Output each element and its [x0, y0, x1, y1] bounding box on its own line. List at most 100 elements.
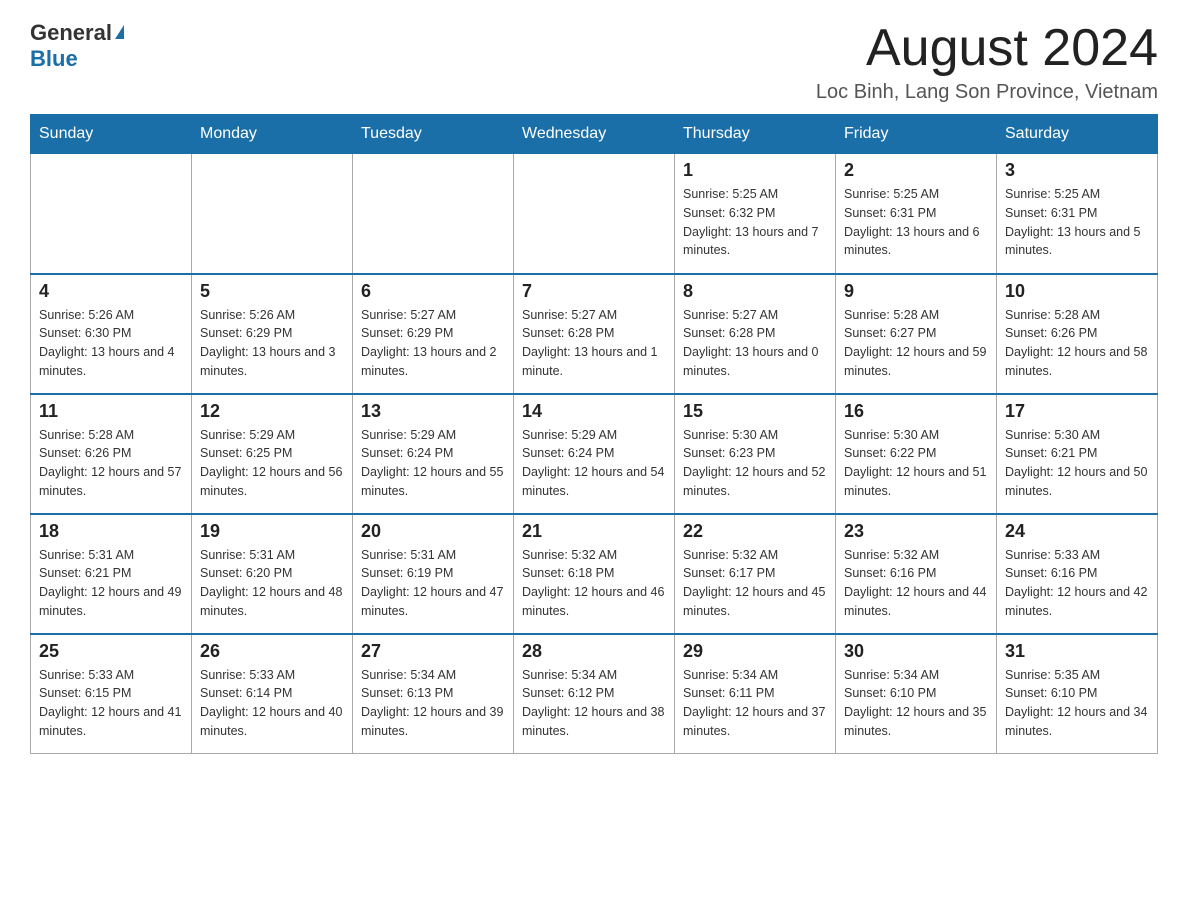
calendar-cell: 5Sunrise: 5:26 AMSunset: 6:29 PMDaylight…: [192, 274, 353, 394]
logo-general-text: General: [30, 20, 112, 46]
day-info: Sunrise: 5:26 AMSunset: 6:30 PMDaylight:…: [39, 306, 183, 381]
calendar-header-friday: Friday: [836, 115, 997, 154]
calendar-cell: 15Sunrise: 5:30 AMSunset: 6:23 PMDayligh…: [675, 394, 836, 514]
day-info: Sunrise: 5:25 AMSunset: 6:31 PMDaylight:…: [1005, 185, 1149, 260]
day-number: 18: [39, 521, 183, 542]
calendar-header-sunday: Sunday: [31, 115, 192, 154]
day-info: Sunrise: 5:33 AMSunset: 6:16 PMDaylight:…: [1005, 546, 1149, 621]
calendar-cell: 17 Sunrise: 5:30 AMSunset: 6:21 PMDayligh…: [997, 394, 1158, 514]
calendar-header-monday: Monday: [192, 115, 353, 154]
day-info: Sunrise: 5:25 AMSunset: 6:31 PMDaylight:…: [844, 185, 988, 260]
month-year-title: August 2024: [816, 20, 1158, 77]
day-number: 26: [200, 641, 344, 662]
calendar-week-row: 11 Sunrise: 5:28 AMSunset: 6:26 PMDayligh…: [31, 394, 1158, 514]
calendar-cell: 25 Sunrise: 5:33 AMSunset: 6:15 PMDayligh…: [31, 634, 192, 754]
day-info: Sunrise: 5:28 AMSunset: 6:26 PMDaylight:…: [1005, 306, 1149, 381]
day-info: Sunrise: 5:27 AMSunset: 6:28 PMDaylight:…: [522, 306, 666, 381]
day-info: Sunrise: 5:28 AMSunset: 6:27 PMDaylight:…: [844, 306, 988, 381]
day-info: Sunrise: 5:25 AMSunset: 6:32 PMDaylight:…: [683, 185, 827, 260]
title-section: August 2024 Loc Binh, Lang Son Province,…: [816, 20, 1158, 104]
calendar-cell: 10 Sunrise: 5:28 AMSunset: 6:26 PMDayligh…: [997, 274, 1158, 394]
day-number: 30: [844, 641, 988, 662]
calendar-cell: 3 Sunrise: 5:25 AMSunset: 6:31 PMDaylight…: [997, 154, 1158, 274]
day-info: Sunrise: 5:33 AMSunset: 6:15 PMDaylight:…: [39, 666, 183, 741]
day-info: Sunrise: 5:32 AMSunset: 6:16 PMDaylight:…: [844, 546, 988, 621]
calendar-cell: 1 Sunrise: 5:25 AMSunset: 6:32 PMDaylight…: [675, 154, 836, 274]
day-number: 19: [200, 521, 344, 542]
day-info: Sunrise: 5:34 AMSunset: 6:11 PMDaylight:…: [683, 666, 827, 741]
day-info: Sunrise: 5:31 AMSunset: 6:20 PMDaylight:…: [200, 546, 344, 621]
day-number: 28: [522, 641, 666, 662]
day-number: 22: [683, 521, 827, 542]
location-subtitle: Loc Binh, Lang Son Province, Vietnam: [816, 81, 1158, 104]
day-info: Sunrise: 5:35 AMSunset: 6:10 PMDaylight:…: [1005, 666, 1149, 741]
day-number: 10: [1005, 281, 1149, 302]
day-number: 25: [39, 641, 183, 662]
calendar-cell: 26 Sunrise: 5:33 AMSunset: 6:14 PMDayligh…: [192, 634, 353, 754]
calendar-week-row: 18Sunrise: 5:31 AMSunset: 6:21 PMDayligh…: [31, 514, 1158, 634]
calendar-cell: 23 Sunrise: 5:32 AMSunset: 6:16 PMDayligh…: [836, 514, 997, 634]
calendar-cell: 27Sunrise: 5:34 AMSunset: 6:13 PMDayligh…: [353, 634, 514, 754]
calendar-table: SundayMondayTuesdayWednesdayThursdayFrid…: [30, 114, 1158, 754]
day-info: Sunrise: 5:30 AMSunset: 6:22 PMDaylight:…: [844, 426, 988, 501]
calendar-cell: 13 Sunrise: 5:29 AMSunset: 6:24 PMDayligh…: [353, 394, 514, 514]
day-number: 15: [683, 401, 827, 422]
day-number: 16: [844, 401, 988, 422]
calendar-week-row: 4 Sunrise: 5:26 AMSunset: 6:30 PMDaylight…: [31, 274, 1158, 394]
logo-triangle-icon: [115, 25, 124, 39]
calendar-cell: 20 Sunrise: 5:31 AMSunset: 6:19 PMDayligh…: [353, 514, 514, 634]
calendar-cell: 14 Sunrise: 5:29 AMSunset: 6:24 PMDayligh…: [514, 394, 675, 514]
calendar-header-wednesday: Wednesday: [514, 115, 675, 154]
calendar-header-row: SundayMondayTuesdayWednesdayThursdayFrid…: [31, 115, 1158, 154]
day-info: Sunrise: 5:33 AMSunset: 6:14 PMDaylight:…: [200, 666, 344, 741]
day-number: 20: [361, 521, 505, 542]
day-number: 12: [200, 401, 344, 422]
calendar-cell: 6 Sunrise: 5:27 AMSunset: 6:29 PMDaylight…: [353, 274, 514, 394]
day-number: 14: [522, 401, 666, 422]
day-number: 21: [522, 521, 666, 542]
day-info: Sunrise: 5:34 AMSunset: 6:10 PMDaylight:…: [844, 666, 988, 741]
day-number: 9: [844, 281, 988, 302]
day-info: Sunrise: 5:32 AMSunset: 6:17 PMDaylight:…: [683, 546, 827, 621]
calendar-week-row: 25 Sunrise: 5:33 AMSunset: 6:15 PMDayligh…: [31, 634, 1158, 754]
calendar-cell: 12 Sunrise: 5:29 AMSunset: 6:25 PMDayligh…: [192, 394, 353, 514]
day-info: Sunrise: 5:28 AMSunset: 6:26 PMDaylight:…: [39, 426, 183, 501]
day-info: Sunrise: 5:32 AMSunset: 6:18 PMDaylight:…: [522, 546, 666, 621]
day-info: Sunrise: 5:29 AMSunset: 6:25 PMDaylight:…: [200, 426, 344, 501]
calendar-cell: 22 Sunrise: 5:32 AMSunset: 6:17 PMDayligh…: [675, 514, 836, 634]
day-number: 29: [683, 641, 827, 662]
calendar-cell: [353, 154, 514, 274]
day-number: 6: [361, 281, 505, 302]
calendar-week-row: 1 Sunrise: 5:25 AMSunset: 6:32 PMDaylight…: [31, 154, 1158, 274]
day-number: 3: [1005, 160, 1149, 181]
day-number: 8: [683, 281, 827, 302]
day-info: Sunrise: 5:27 AMSunset: 6:29 PMDaylight:…: [361, 306, 505, 381]
day-number: 2: [844, 160, 988, 181]
calendar-cell: 16 Sunrise: 5:30 AMSunset: 6:22 PMDayligh…: [836, 394, 997, 514]
calendar-cell: 28Sunrise: 5:34 AMSunset: 6:12 PMDayligh…: [514, 634, 675, 754]
day-number: 17: [1005, 401, 1149, 422]
day-info: Sunrise: 5:29 AMSunset: 6:24 PMDaylight:…: [522, 426, 666, 501]
calendar-cell: 29 Sunrise: 5:34 AMSunset: 6:11 PMDayligh…: [675, 634, 836, 754]
day-number: 24: [1005, 521, 1149, 542]
day-number: 4: [39, 281, 183, 302]
day-number: 23: [844, 521, 988, 542]
day-info: Sunrise: 5:31 AMSunset: 6:19 PMDaylight:…: [361, 546, 505, 621]
calendar-cell: 24 Sunrise: 5:33 AMSunset: 6:16 PMDayligh…: [997, 514, 1158, 634]
calendar-cell: 7 Sunrise: 5:27 AMSunset: 6:28 PMDaylight…: [514, 274, 675, 394]
day-info: Sunrise: 5:29 AMSunset: 6:24 PMDaylight:…: [361, 426, 505, 501]
calendar-cell: 4 Sunrise: 5:26 AMSunset: 6:30 PMDaylight…: [31, 274, 192, 394]
calendar-header-saturday: Saturday: [997, 115, 1158, 154]
day-number: 1: [683, 160, 827, 181]
calendar-cell: 11 Sunrise: 5:28 AMSunset: 6:26 PMDayligh…: [31, 394, 192, 514]
day-number: 7: [522, 281, 666, 302]
calendar-cell: 19 Sunrise: 5:31 AMSunset: 6:20 PMDayligh…: [192, 514, 353, 634]
day-number: 11: [39, 401, 183, 422]
calendar-header-tuesday: Tuesday: [353, 115, 514, 154]
day-info: Sunrise: 5:30 AMSunset: 6:21 PMDaylight:…: [1005, 426, 1149, 501]
day-number: 13: [361, 401, 505, 422]
calendar-cell: [31, 154, 192, 274]
calendar-cell: [514, 154, 675, 274]
calendar-cell: 31Sunrise: 5:35 AMSunset: 6:10 PMDayligh…: [997, 634, 1158, 754]
day-info: Sunrise: 5:34 AMSunset: 6:13 PMDaylight:…: [361, 666, 505, 741]
